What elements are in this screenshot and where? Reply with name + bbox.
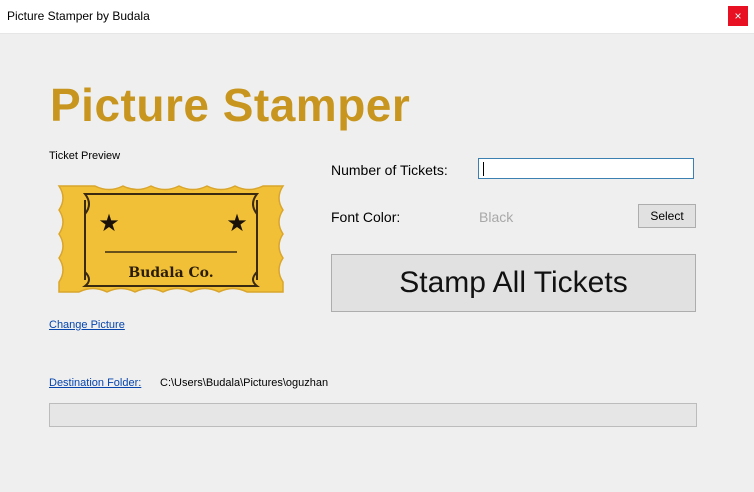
main-panel: Picture Stamper Ticket Preview ★ ★ Budal… bbox=[0, 34, 754, 492]
text-caret bbox=[483, 162, 484, 176]
ticket-preview-image: ★ ★ Budala Co. bbox=[57, 185, 285, 293]
tickets-input[interactable] bbox=[478, 158, 694, 179]
change-picture-link[interactable]: Change Picture bbox=[49, 319, 125, 331]
stamp-all-tickets-button[interactable]: Stamp All Tickets bbox=[331, 254, 696, 312]
ticket-text: Budala Co. bbox=[128, 265, 213, 281]
tickets-label: Number of Tickets: bbox=[331, 162, 448, 178]
star-icon-left: ★ bbox=[98, 210, 120, 237]
close-button[interactable]: × bbox=[728, 6, 748, 26]
font-color-label: Font Color: bbox=[331, 209, 401, 225]
title-bar: Picture Stamper by Budala × bbox=[0, 0, 754, 34]
ticket-preview-label: Ticket Preview bbox=[49, 150, 121, 162]
star-icon-right: ★ bbox=[226, 210, 248, 237]
font-color-value: Black bbox=[479, 209, 514, 225]
destination-path: C:\Users\Budala\Pictures\oguzhan bbox=[160, 377, 329, 389]
close-icon: × bbox=[734, 9, 742, 23]
progress-bar bbox=[49, 403, 697, 427]
destination-folder-link[interactable]: Destination Folder: bbox=[49, 377, 141, 389]
window-title: Picture Stamper by Budala bbox=[7, 9, 150, 23]
select-color-button[interactable]: Select bbox=[638, 204, 696, 228]
app-heading: Picture Stamper bbox=[50, 79, 411, 131]
